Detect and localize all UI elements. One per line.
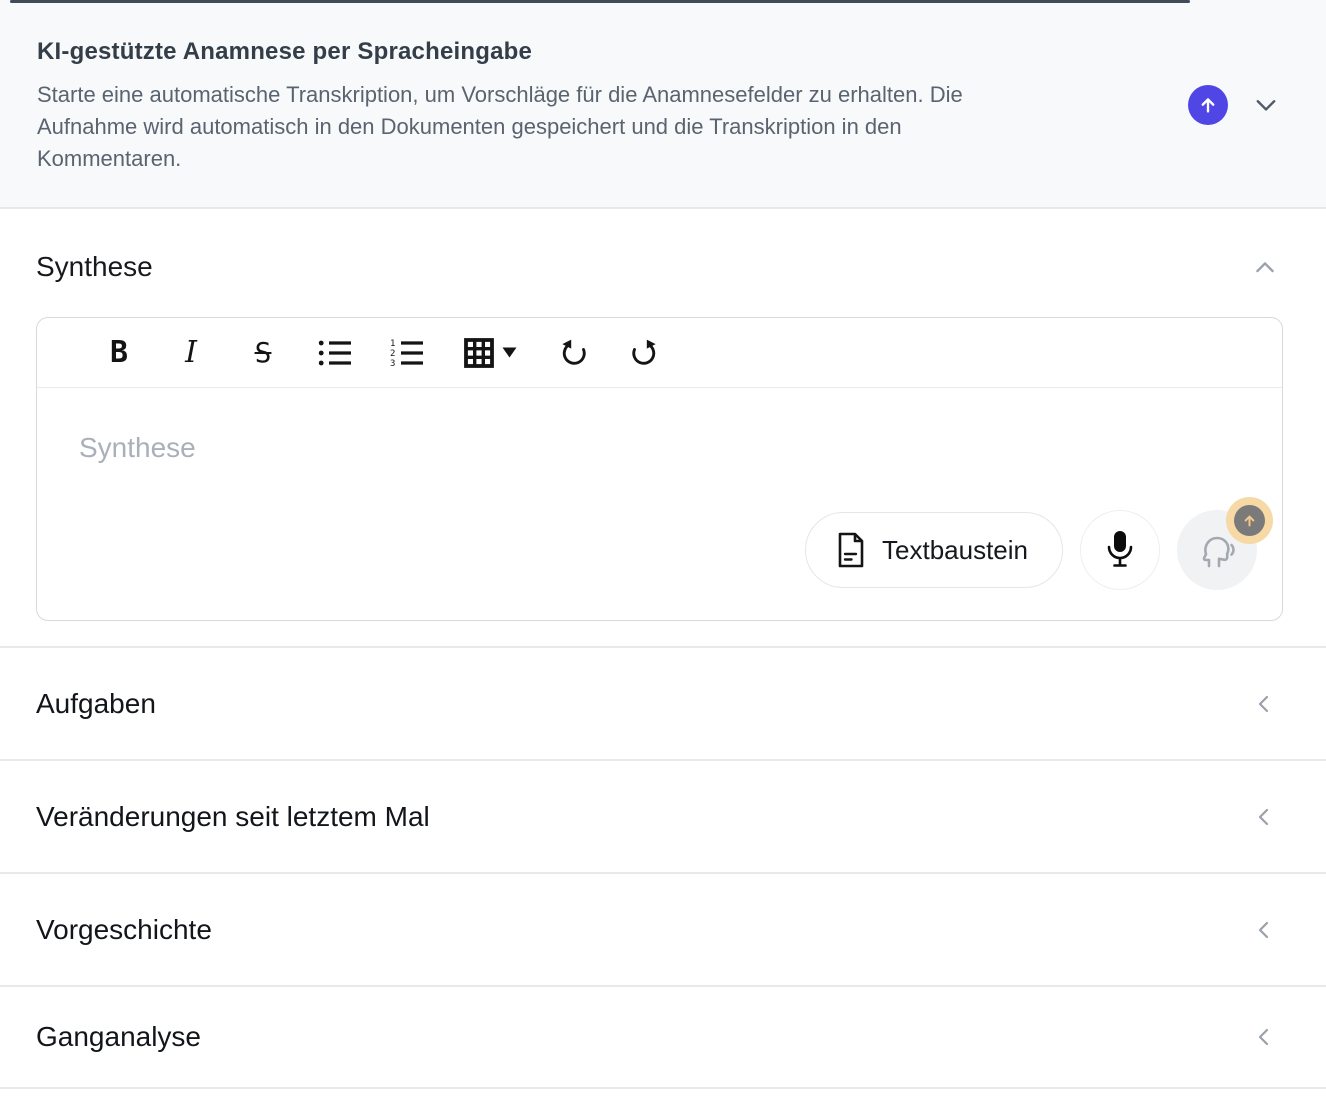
svg-text:2: 2 (390, 349, 395, 359)
section-vorgeschichte[interactable]: Vorgeschichte (0, 874, 1326, 985)
click-indicator-badge (1226, 497, 1273, 544)
microphone-button[interactable] (1080, 510, 1160, 590)
editor-toolbar: B I S 1 (37, 318, 1282, 388)
editor-placeholder: Synthese (79, 432, 196, 463)
ordered-list-icon: 1 2 3 (390, 338, 424, 368)
anamnese-panel: KI-gestützte Anamnese per Spracheingabe … (0, 0, 1326, 1096)
microphone-icon (1103, 529, 1137, 571)
italic-button[interactable]: I (171, 335, 211, 370)
textbaustein-button[interactable]: Textbaustein (805, 512, 1063, 588)
arrow-up-icon (1197, 94, 1219, 116)
synthese-editor: B I S 1 (36, 317, 1283, 621)
expand-section-button[interactable] (1252, 689, 1276, 719)
banner-description: Starte eine automatische Transkription, … (37, 79, 1326, 175)
redo-icon (628, 337, 662, 369)
banner-actions (1188, 85, 1280, 125)
bold-icon: B (110, 335, 128, 370)
svg-text:3: 3 (390, 359, 395, 368)
chevron-left-icon (1252, 915, 1276, 945)
chevron-left-icon (1252, 1022, 1276, 1052)
table-button[interactable] (459, 337, 521, 369)
table-icon (463, 337, 495, 369)
editor-actions: Textbaustein (805, 510, 1257, 590)
collapse-synthese-button[interactable] (1250, 255, 1280, 281)
document-icon (836, 532, 866, 568)
editor-content-area[interactable]: Synthese Textbaustein (37, 388, 1282, 620)
textbaustein-label: Textbaustein (882, 535, 1028, 566)
bullet-list-button[interactable] (315, 338, 355, 368)
chevron-down-icon (1252, 91, 1280, 119)
top-accent-line (10, 0, 1190, 3)
chevron-left-icon (1252, 689, 1276, 719)
banner-title: KI-gestützte Anamnese per Spracheingabe (37, 38, 1326, 66)
section-label: Vorgeschichte (36, 914, 212, 946)
bold-button[interactable]: B (99, 335, 139, 370)
section-ganganalyse[interactable]: Ganganalyse (0, 987, 1326, 1087)
bullet-list-icon (318, 338, 352, 368)
section-aufgaben[interactable]: Aufgaben (0, 648, 1326, 759)
italic-icon: I (185, 335, 197, 370)
section-label: Veränderungen seit letztem Mal (36, 801, 430, 833)
expand-section-button[interactable] (1252, 802, 1276, 832)
collapse-banner-button[interactable] (1252, 91, 1280, 119)
section-veraenderungen[interactable]: Veränderungen seit letztem Mal (0, 761, 1326, 872)
synthese-section-title: Synthese (36, 251, 153, 283)
section-label: Aufgaben (36, 688, 156, 720)
ai-anamnese-banner: KI-gestützte Anamnese per Spracheingabe … (0, 0, 1326, 207)
redo-button[interactable] (625, 337, 665, 369)
section-divider (0, 1087, 1326, 1089)
click-indicator-inner (1234, 505, 1265, 536)
ordered-list-button[interactable]: 1 2 3 (387, 338, 427, 368)
svg-text:1: 1 (390, 339, 395, 349)
arrow-up-icon (1241, 512, 1258, 529)
chevron-left-icon (1252, 802, 1276, 832)
strikethrough-button[interactable]: S (243, 336, 283, 369)
section-label: Ganganalyse (36, 1021, 201, 1053)
expand-section-button[interactable] (1252, 915, 1276, 945)
undo-icon (556, 337, 590, 369)
caret-down-icon (502, 347, 517, 358)
synthese-section: Synthese B I S (0, 209, 1326, 646)
expand-section-button[interactable] (1252, 1022, 1276, 1052)
start-transcription-button[interactable] (1188, 85, 1228, 125)
undo-button[interactable] (553, 337, 593, 369)
chevron-up-icon (1250, 255, 1280, 281)
strikethrough-icon: S (255, 336, 272, 369)
